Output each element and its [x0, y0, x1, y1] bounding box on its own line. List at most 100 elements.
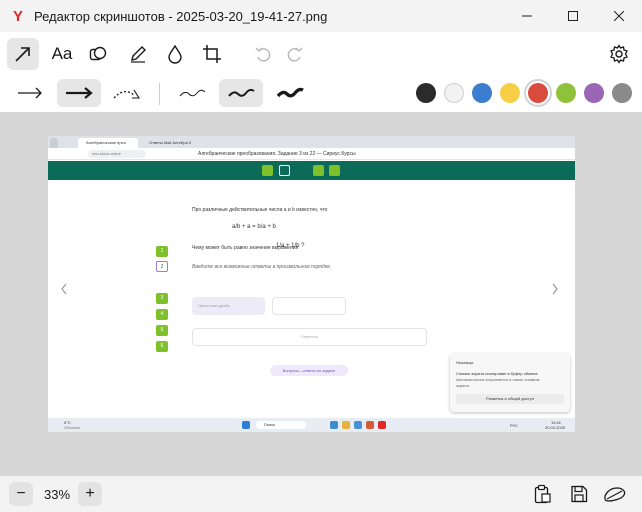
zoom-in-button[interactable]: + — [78, 482, 102, 506]
browser-tab-2: Ответы Mail Алгебра 0 — [149, 140, 192, 145]
nav-square — [329, 165, 340, 176]
copy-button[interactable] — [530, 482, 554, 506]
thick-arrow-icon — [66, 87, 93, 99]
windows-start-icon — [242, 421, 250, 429]
question-number-current[interactable]: 2 — [156, 261, 168, 272]
instruction-text: Введите все возможные ответы в произволь… — [192, 264, 332, 270]
window-title: Редактор скриншотов - 2025-03-20_19-41-2… — [34, 8, 328, 24]
taskbar-search: Поиск — [256, 421, 306, 429]
crop-icon — [203, 45, 221, 63]
taskbar-app-icon — [366, 421, 374, 429]
color-swatch-blue[interactable] — [472, 83, 492, 103]
clipboard-icon — [534, 484, 551, 504]
notification-text: экрана. — [456, 383, 470, 388]
minimize-icon — [522, 15, 532, 17]
browser-tab-strip: Алгебраические прео Ответы Mail Алгебра … — [48, 136, 575, 148]
title-bar: Y Редактор скриншотов - 2025-03-20_19-41… — [0, 0, 642, 32]
taskbar-app-icon — [378, 421, 386, 429]
redo-button[interactable] — [279, 38, 311, 70]
close-button[interactable] — [596, 0, 642, 32]
nav-square — [262, 165, 273, 176]
add-answer-button[interactable] — [272, 297, 346, 315]
help-link[interactable]: Вопросы—ответы по задаче — [270, 365, 348, 376]
maximize-button[interactable] — [550, 0, 596, 32]
thick-arrow-style[interactable] — [57, 79, 101, 107]
bottom-bar: − 33% + — [0, 476, 642, 512]
site-header — [48, 161, 575, 180]
question-number[interactable]: 3 — [156, 293, 168, 304]
thin-arrow-style[interactable] — [8, 79, 52, 107]
taskbar-app-icon — [354, 421, 362, 429]
browser-icon — [50, 138, 58, 148]
pen-icon — [131, 46, 146, 63]
text-tool-button[interactable]: Aa — [46, 38, 78, 70]
thick-stroke-icon — [276, 87, 304, 98]
notification-title: Ножницы — [456, 360, 474, 365]
prev-page-arrow[interactable] — [60, 282, 68, 300]
share-cloud-icon — [604, 487, 626, 502]
share-button[interactable] — [603, 482, 627, 506]
floppy-disk-icon — [571, 485, 588, 503]
color-swatch-purple[interactable] — [584, 83, 604, 103]
problem-intro: Про различные действительные числа a и b… — [192, 207, 328, 213]
zoom-out-button[interactable]: − — [9, 482, 33, 506]
color-swatch-red[interactable] — [528, 83, 548, 103]
browser-address-bar: edu.sirius.online Алгебраические преобра… — [48, 148, 575, 160]
color-swatch-black[interactable] — [416, 83, 436, 103]
color-swatch-green[interactable] — [556, 83, 576, 103]
question-number[interactable]: 6 — [156, 341, 168, 352]
color-swatch-white[interactable] — [444, 83, 464, 103]
dashed-arrow-icon — [113, 89, 140, 99]
app-logo-icon: Y — [12, 7, 23, 25]
answer-input[interactable]: Число или дробь — [192, 297, 265, 315]
stroke-thin-option[interactable] — [170, 79, 214, 107]
arrow-tool-icon — [15, 47, 30, 62]
next-page-arrow[interactable] — [551, 282, 559, 300]
shapes-icon — [89, 46, 107, 61]
nav-square — [279, 165, 290, 176]
redo-icon — [287, 47, 303, 62]
maximize-icon — [568, 11, 578, 21]
taskbar-app-icon — [342, 421, 350, 429]
arrow-tool-button[interactable] — [7, 38, 39, 70]
nav-square — [313, 165, 324, 176]
medium-stroke-icon — [228, 88, 255, 97]
question-number[interactable]: 4 — [156, 309, 168, 320]
blur-tool-button[interactable] — [159, 38, 191, 70]
close-icon — [614, 11, 624, 21]
crop-tool-button[interactable] — [196, 38, 228, 70]
browser-tab-1: Алгебраические прео — [78, 138, 138, 148]
pen-tool-button[interactable] — [122, 38, 154, 70]
minimize-button[interactable] — [504, 0, 550, 32]
chevron-right-icon — [552, 283, 558, 295]
question-number[interactable]: 5 — [156, 325, 168, 336]
save-button[interactable] — [567, 482, 591, 506]
notification-text: Автоматически сохраняется в папке снимко… — [456, 377, 540, 382]
formula-1: a/b + a = b/a + b — [232, 224, 276, 230]
weather-desc: Облачно — [64, 425, 81, 430]
color-swatch-yellow[interactable] — [500, 83, 520, 103]
browser-url: edu.sirius.online — [88, 150, 146, 158]
chevron-left-icon — [61, 283, 67, 295]
shape-tool-button[interactable] — [82, 38, 114, 70]
toolbar-divider — [159, 83, 160, 105]
settings-button[interactable] — [603, 38, 635, 70]
color-swatch-gray[interactable] — [612, 83, 632, 103]
text-tool-icon: Aa — [51, 44, 73, 63]
droplet-icon — [168, 44, 182, 64]
minus-icon: − — [16, 485, 26, 502]
clock-date: 20.03.2025 — [545, 425, 566, 430]
stroke-thick-option[interactable] — [268, 79, 312, 107]
os-taskbar: 5°C Облачно Поиск РУС 19:41 20.03.2025 — [48, 418, 575, 432]
taskbar-lang: РУС — [510, 423, 519, 428]
formula-2: 1/a + 1/b ? — [276, 243, 305, 249]
notification-button[interactable]: Разметка и общий доступ — [456, 394, 564, 404]
stroke-medium-option[interactable] — [219, 79, 263, 107]
editor-canvas[interactable]: Алгебраические прео Ответы Mail Алгебра … — [0, 112, 642, 476]
dashed-arrow-style[interactable] — [106, 79, 150, 107]
check-button[interactable]: Отметить — [192, 328, 427, 346]
zoom-level: 33% — [44, 487, 71, 502]
undo-button[interactable] — [247, 38, 279, 70]
thin-arrow-icon — [18, 87, 42, 99]
question-number[interactable]: 1 — [156, 246, 168, 257]
